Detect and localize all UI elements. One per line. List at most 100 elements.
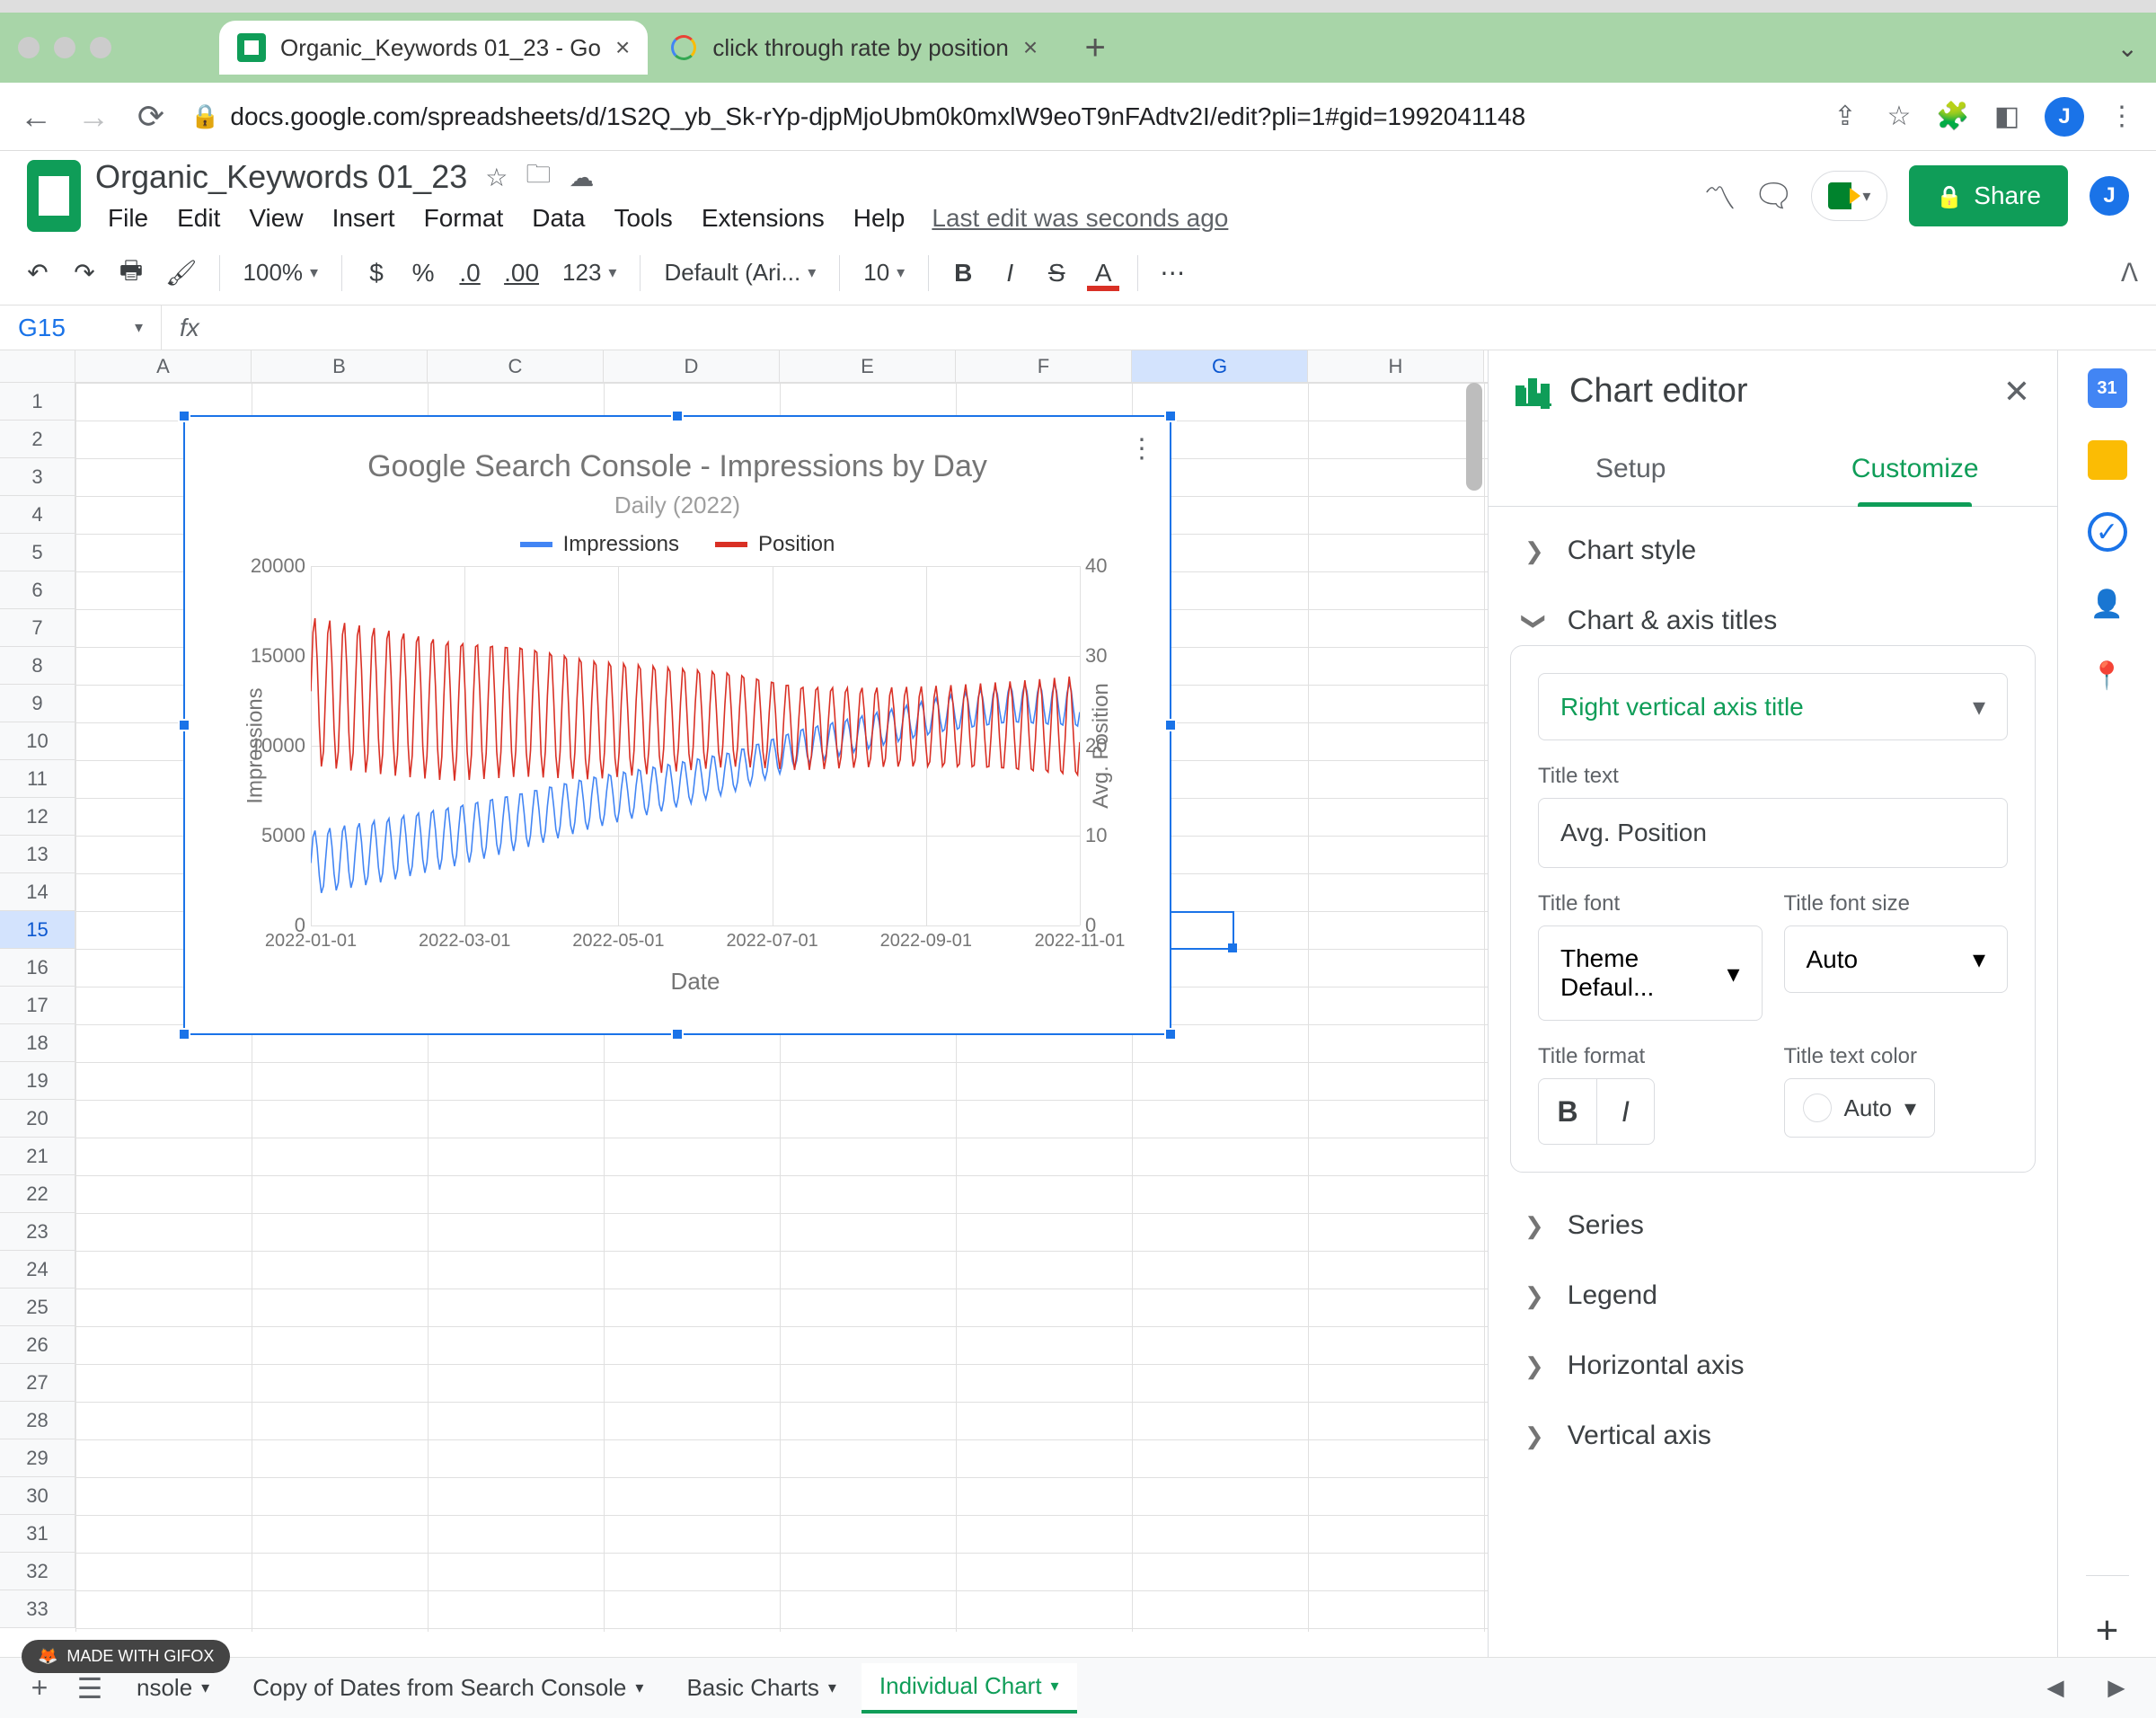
name-box[interactable]: G15▾ <box>0 306 162 350</box>
maps-icon[interactable]: 📍 <box>2088 656 2127 695</box>
menu-help[interactable]: Help <box>841 200 918 236</box>
account-avatar[interactable]: J <box>2090 176 2129 216</box>
row-header[interactable]: 18 <box>0 1024 75 1062</box>
row-header[interactable]: 31 <box>0 1515 75 1553</box>
row-header[interactable]: 8 <box>0 647 75 685</box>
get-addons-button[interactable]: + <box>2096 1608 2119 1653</box>
menu-file[interactable]: File <box>95 200 161 236</box>
spreadsheet-area[interactable]: ABCDEFGH 1234567891011121314151617181920… <box>0 350 1488 1671</box>
share-button[interactable]: Share <box>1909 165 2068 226</box>
which-title-dropdown[interactable]: Right vertical axis title ▾ <box>1538 673 2008 740</box>
menu-format[interactable]: Format <box>411 200 517 236</box>
more-toolbar-button[interactable]: ⋯ <box>1153 253 1192 293</box>
menu-view[interactable]: View <box>236 200 315 236</box>
tab-customize[interactable]: Customize <box>1773 432 2058 506</box>
row-header[interactable]: 19 <box>0 1062 75 1100</box>
currency-format-button[interactable]: $ <box>357 253 396 293</box>
accordion-horizontal-axis[interactable]: ❯Horizontal axis <box>1489 1331 2057 1401</box>
row-header[interactable]: 2 <box>0 421 75 458</box>
tab-close-icon[interactable]: × <box>1023 33 1038 62</box>
menu-extensions[interactable]: Extensions <box>689 200 837 236</box>
tab-close-icon[interactable]: × <box>615 33 630 62</box>
grid[interactable]: ⋮ Google Search Console - Impressions by… <box>75 383 1488 1632</box>
column-header[interactable]: A <box>75 350 252 382</box>
scroll-tabs-left[interactable]: ◄ <box>2034 1667 2077 1710</box>
new-tab-button[interactable]: + <box>1077 30 1113 66</box>
tab-list-button[interactable]: ⌄ <box>2117 33 2138 63</box>
row-header[interactable]: 12 <box>0 798 75 836</box>
calendar-icon[interactable]: 31 <box>2088 368 2127 408</box>
contacts-icon[interactable]: 👤 <box>2088 584 2127 624</box>
italic-toggle[interactable]: I <box>1596 1079 1654 1144</box>
share-page-icon[interactable]: ⇪ <box>1829 101 1861 133</box>
activity-icon[interactable]: 〽 <box>1703 180 1736 212</box>
menu-tools[interactable]: Tools <box>601 200 685 236</box>
row-header[interactable]: 29 <box>0 1439 75 1477</box>
browser-tab-2[interactable]: click through rate by position × <box>651 21 1056 75</box>
row-header[interactable]: 1 <box>0 383 75 421</box>
star-icon[interactable]: ☆ <box>485 163 508 192</box>
paint-format-button[interactable]: 🖌 <box>158 253 205 293</box>
row-header[interactable]: 21 <box>0 1138 75 1175</box>
menu-edit[interactable]: Edit <box>164 200 233 236</box>
meet-button[interactable]: ▾ <box>1811 171 1887 221</box>
row-header[interactable]: 15 <box>0 911 75 949</box>
title-text-input[interactable] <box>1538 798 2008 868</box>
row-header[interactable]: 13 <box>0 836 75 873</box>
row-header[interactable]: 11 <box>0 760 75 798</box>
column-header[interactable]: E <box>780 350 956 382</box>
sheet-tab-copy-dates[interactable]: Copy of Dates from Search Console▾ <box>234 1663 661 1714</box>
column-header[interactable]: G <box>1132 350 1308 382</box>
menu-data[interactable]: Data <box>519 200 597 236</box>
redo-button[interactable]: ↷ <box>65 253 104 293</box>
menu-insert[interactable]: Insert <box>320 200 408 236</box>
scroll-tabs-right[interactable]: ► <box>2095 1667 2138 1710</box>
font-select[interactable]: Default (Ari...▾ <box>655 259 825 287</box>
resize-handle[interactable] <box>178 719 190 731</box>
chrome-menu-icon[interactable]: ⋮ <box>2106 101 2138 133</box>
title-font-dropdown[interactable]: Theme Defaul...▾ <box>1538 925 1763 1021</box>
row-header[interactable]: 22 <box>0 1175 75 1213</box>
resize-handle[interactable] <box>178 410 190 422</box>
row-header[interactable]: 17 <box>0 987 75 1024</box>
column-header[interactable]: H <box>1308 350 1484 382</box>
bold-button[interactable]: B <box>943 253 983 293</box>
vertical-scrollbar-thumb[interactable] <box>1466 383 1482 491</box>
row-header[interactable]: 14 <box>0 873 75 911</box>
zoom-select[interactable]: 100%▾ <box>234 259 328 287</box>
font-size-select[interactable]: 10▾ <box>854 259 914 287</box>
accordion-chart-axis-titles[interactable]: ❯Chart & axis titles <box>1489 586 2057 645</box>
resize-handle[interactable] <box>671 410 684 422</box>
resize-handle[interactable] <box>178 1028 190 1041</box>
reload-button[interactable]: ⟳ <box>133 98 169 136</box>
resize-handle[interactable] <box>671 1028 684 1041</box>
row-header[interactable]: 26 <box>0 1326 75 1364</box>
sheet-tab-individual-chart[interactable]: Individual Chart▾ <box>862 1663 1077 1714</box>
resize-handle[interactable] <box>1164 719 1177 731</box>
column-header[interactable]: D <box>604 350 780 382</box>
row-header[interactable]: 9 <box>0 685 75 722</box>
close-window-dot[interactable] <box>18 37 40 58</box>
tasks-icon[interactable]: ✓ <box>2088 512 2127 552</box>
column-header[interactable]: F <box>956 350 1132 382</box>
accordion-series[interactable]: ❯Series <box>1489 1191 2057 1261</box>
italic-button[interactable]: I <box>990 253 1029 293</box>
profile-avatar[interactable]: J <box>2045 97 2084 137</box>
row-header[interactable]: 23 <box>0 1213 75 1251</box>
collapse-toolbar-button[interactable]: ᐱ <box>2121 258 2138 288</box>
sheets-logo-icon[interactable] <box>27 160 81 232</box>
keep-icon[interactable] <box>2088 440 2127 480</box>
row-header[interactable]: 30 <box>0 1477 75 1515</box>
row-header[interactable]: 25 <box>0 1288 75 1326</box>
undo-button[interactable]: ↶ <box>18 253 57 293</box>
browser-tab-active[interactable]: Organic_Keywords 01_23 - Go × <box>219 21 648 75</box>
extensions-icon[interactable]: 🧩 <box>1937 101 1969 133</box>
embedded-chart[interactable]: ⋮ Google Search Console - Impressions by… <box>183 415 1171 1035</box>
cloud-status-icon[interactable]: ☁ <box>569 163 594 192</box>
bookmark-star-icon[interactable]: ☆ <box>1883 101 1915 133</box>
minimize-window-dot[interactable] <box>54 37 75 58</box>
row-header[interactable]: 28 <box>0 1402 75 1439</box>
comments-icon[interactable]: 🗨 <box>1757 180 1789 212</box>
print-button[interactable]: 🖶 <box>111 253 151 293</box>
accordion-chart-style[interactable]: ❯Chart style <box>1489 516 2057 586</box>
